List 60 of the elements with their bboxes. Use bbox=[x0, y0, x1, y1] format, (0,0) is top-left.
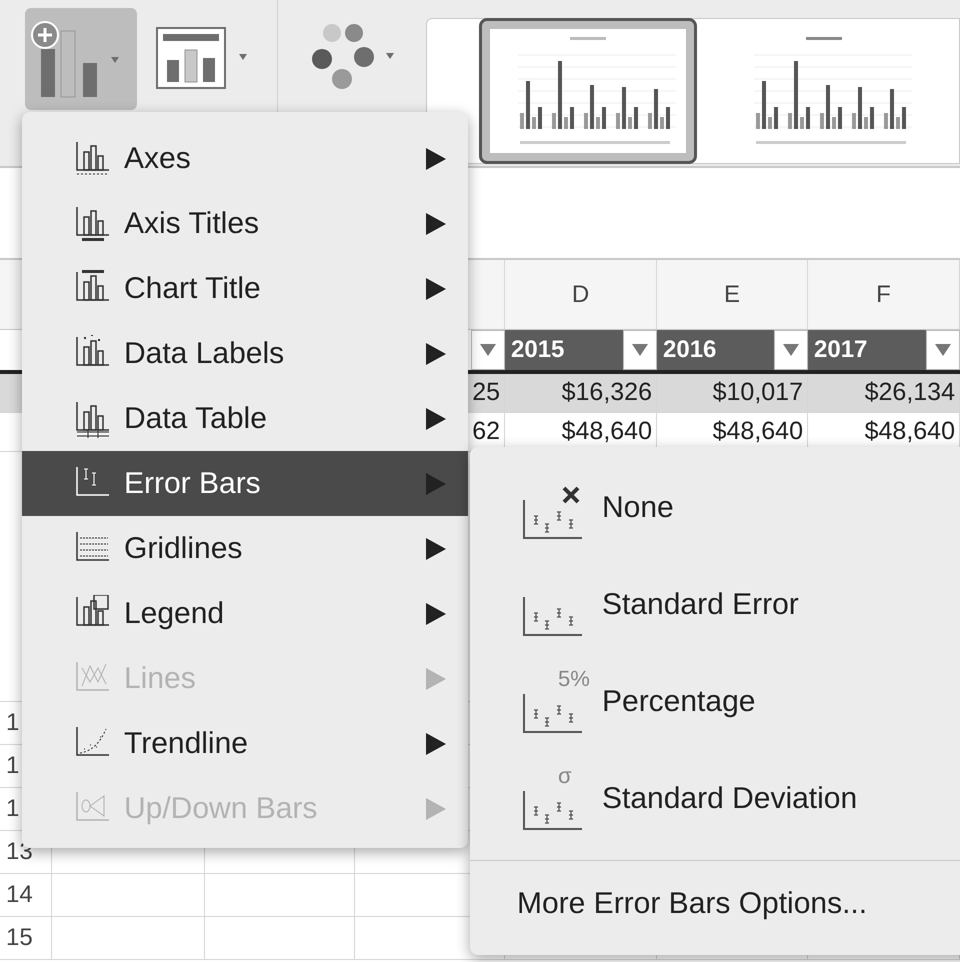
filter-dropdown-button[interactable] bbox=[471, 330, 505, 370]
row-number: 15 bbox=[6, 923, 33, 953]
submenu-arrow-icon bbox=[426, 668, 446, 690]
table-cell-text: $48,640 bbox=[712, 416, 803, 448]
submenu-arrow-icon bbox=[426, 798, 446, 820]
submenu-arrow-icon bbox=[426, 212, 446, 234]
menu-item-icon bbox=[74, 204, 112, 242]
menu-item[interactable]: Data Labels bbox=[22, 321, 468, 386]
submenu-item[interactable]: 5% Percentage bbox=[470, 653, 960, 750]
column-header[interactable]: E bbox=[724, 276, 740, 312]
table-cell-text: $16,326 bbox=[562, 377, 652, 408]
menu-item[interactable]: Axis Titles bbox=[22, 191, 468, 256]
table-cell-text: $48,640 bbox=[864, 416, 955, 448]
menu-item-icon bbox=[74, 140, 112, 178]
table-header-cell: 2015 bbox=[505, 330, 623, 370]
menu-item[interactable]: Axes bbox=[22, 126, 468, 191]
table-cell-text: 25 bbox=[472, 377, 500, 408]
dropdown-arrow-icon bbox=[632, 344, 648, 356]
table-cell-text: $48,640 bbox=[562, 416, 652, 448]
row-number: 14 bbox=[6, 880, 33, 910]
icon-label: 5% bbox=[558, 664, 590, 692]
menu-item[interactable]: Gridlines bbox=[22, 516, 468, 581]
menu-item-icon bbox=[74, 400, 112, 438]
submenu-item[interactable]: None bbox=[470, 459, 960, 556]
filter-dropdown-button[interactable] bbox=[926, 330, 960, 370]
column-header[interactable]: F bbox=[876, 276, 891, 312]
submenu-arrow-icon bbox=[426, 342, 446, 364]
filter-dropdown-button[interactable] bbox=[623, 330, 657, 370]
menu-item[interactable]: Error Bars bbox=[22, 451, 468, 516]
table-header-cell: 2017 bbox=[808, 330, 926, 370]
menu-item[interactable]: Data Table bbox=[22, 386, 468, 451]
filter-dropdown-button[interactable] bbox=[774, 330, 808, 370]
submenu-arrow-icon bbox=[426, 732, 446, 754]
table-header-cell: 2016 bbox=[657, 330, 774, 370]
menu-item[interactable]: Chart Title bbox=[22, 256, 468, 321]
dropdown-arrow-icon bbox=[935, 344, 951, 356]
icon-label: σ bbox=[558, 762, 572, 790]
row-number: 1 bbox=[6, 751, 20, 781]
submenu-arrow-icon bbox=[426, 472, 446, 494]
table-cell-text: $26,134 bbox=[864, 377, 955, 408]
dropdown-arrow-icon bbox=[480, 344, 496, 356]
submenu-arrow-icon bbox=[426, 602, 446, 624]
column-header[interactable]: D bbox=[572, 276, 590, 312]
submenu-item[interactable]: σ Standard Deviation bbox=[470, 750, 960, 847]
dropdown-arrow-icon bbox=[783, 344, 799, 356]
menu-item[interactable]: Legend bbox=[22, 581, 468, 646]
submenu-item[interactable]: Standard Error bbox=[470, 556, 960, 653]
submenu-arrow-icon bbox=[426, 408, 446, 430]
row-number: 1 bbox=[6, 708, 20, 738]
table-cell-text: $10,017 bbox=[712, 377, 803, 408]
submenu-item[interactable]: More Error Bars Options... bbox=[470, 861, 960, 945]
ribbon-tool-button[interactable] bbox=[25, 8, 137, 110]
row-number: 1 bbox=[6, 794, 20, 824]
chart-style-thumbnail[interactable] bbox=[479, 18, 697, 164]
submenu-arrow-icon bbox=[426, 538, 446, 560]
submenu-arrow-icon bbox=[426, 278, 446, 300]
submenu-arrow-icon bbox=[426, 148, 446, 170]
table-cell-text: 62 bbox=[472, 416, 500, 448]
menu-item[interactable]: Trendline bbox=[22, 711, 468, 776]
error-bars-none-icon bbox=[522, 486, 584, 540]
